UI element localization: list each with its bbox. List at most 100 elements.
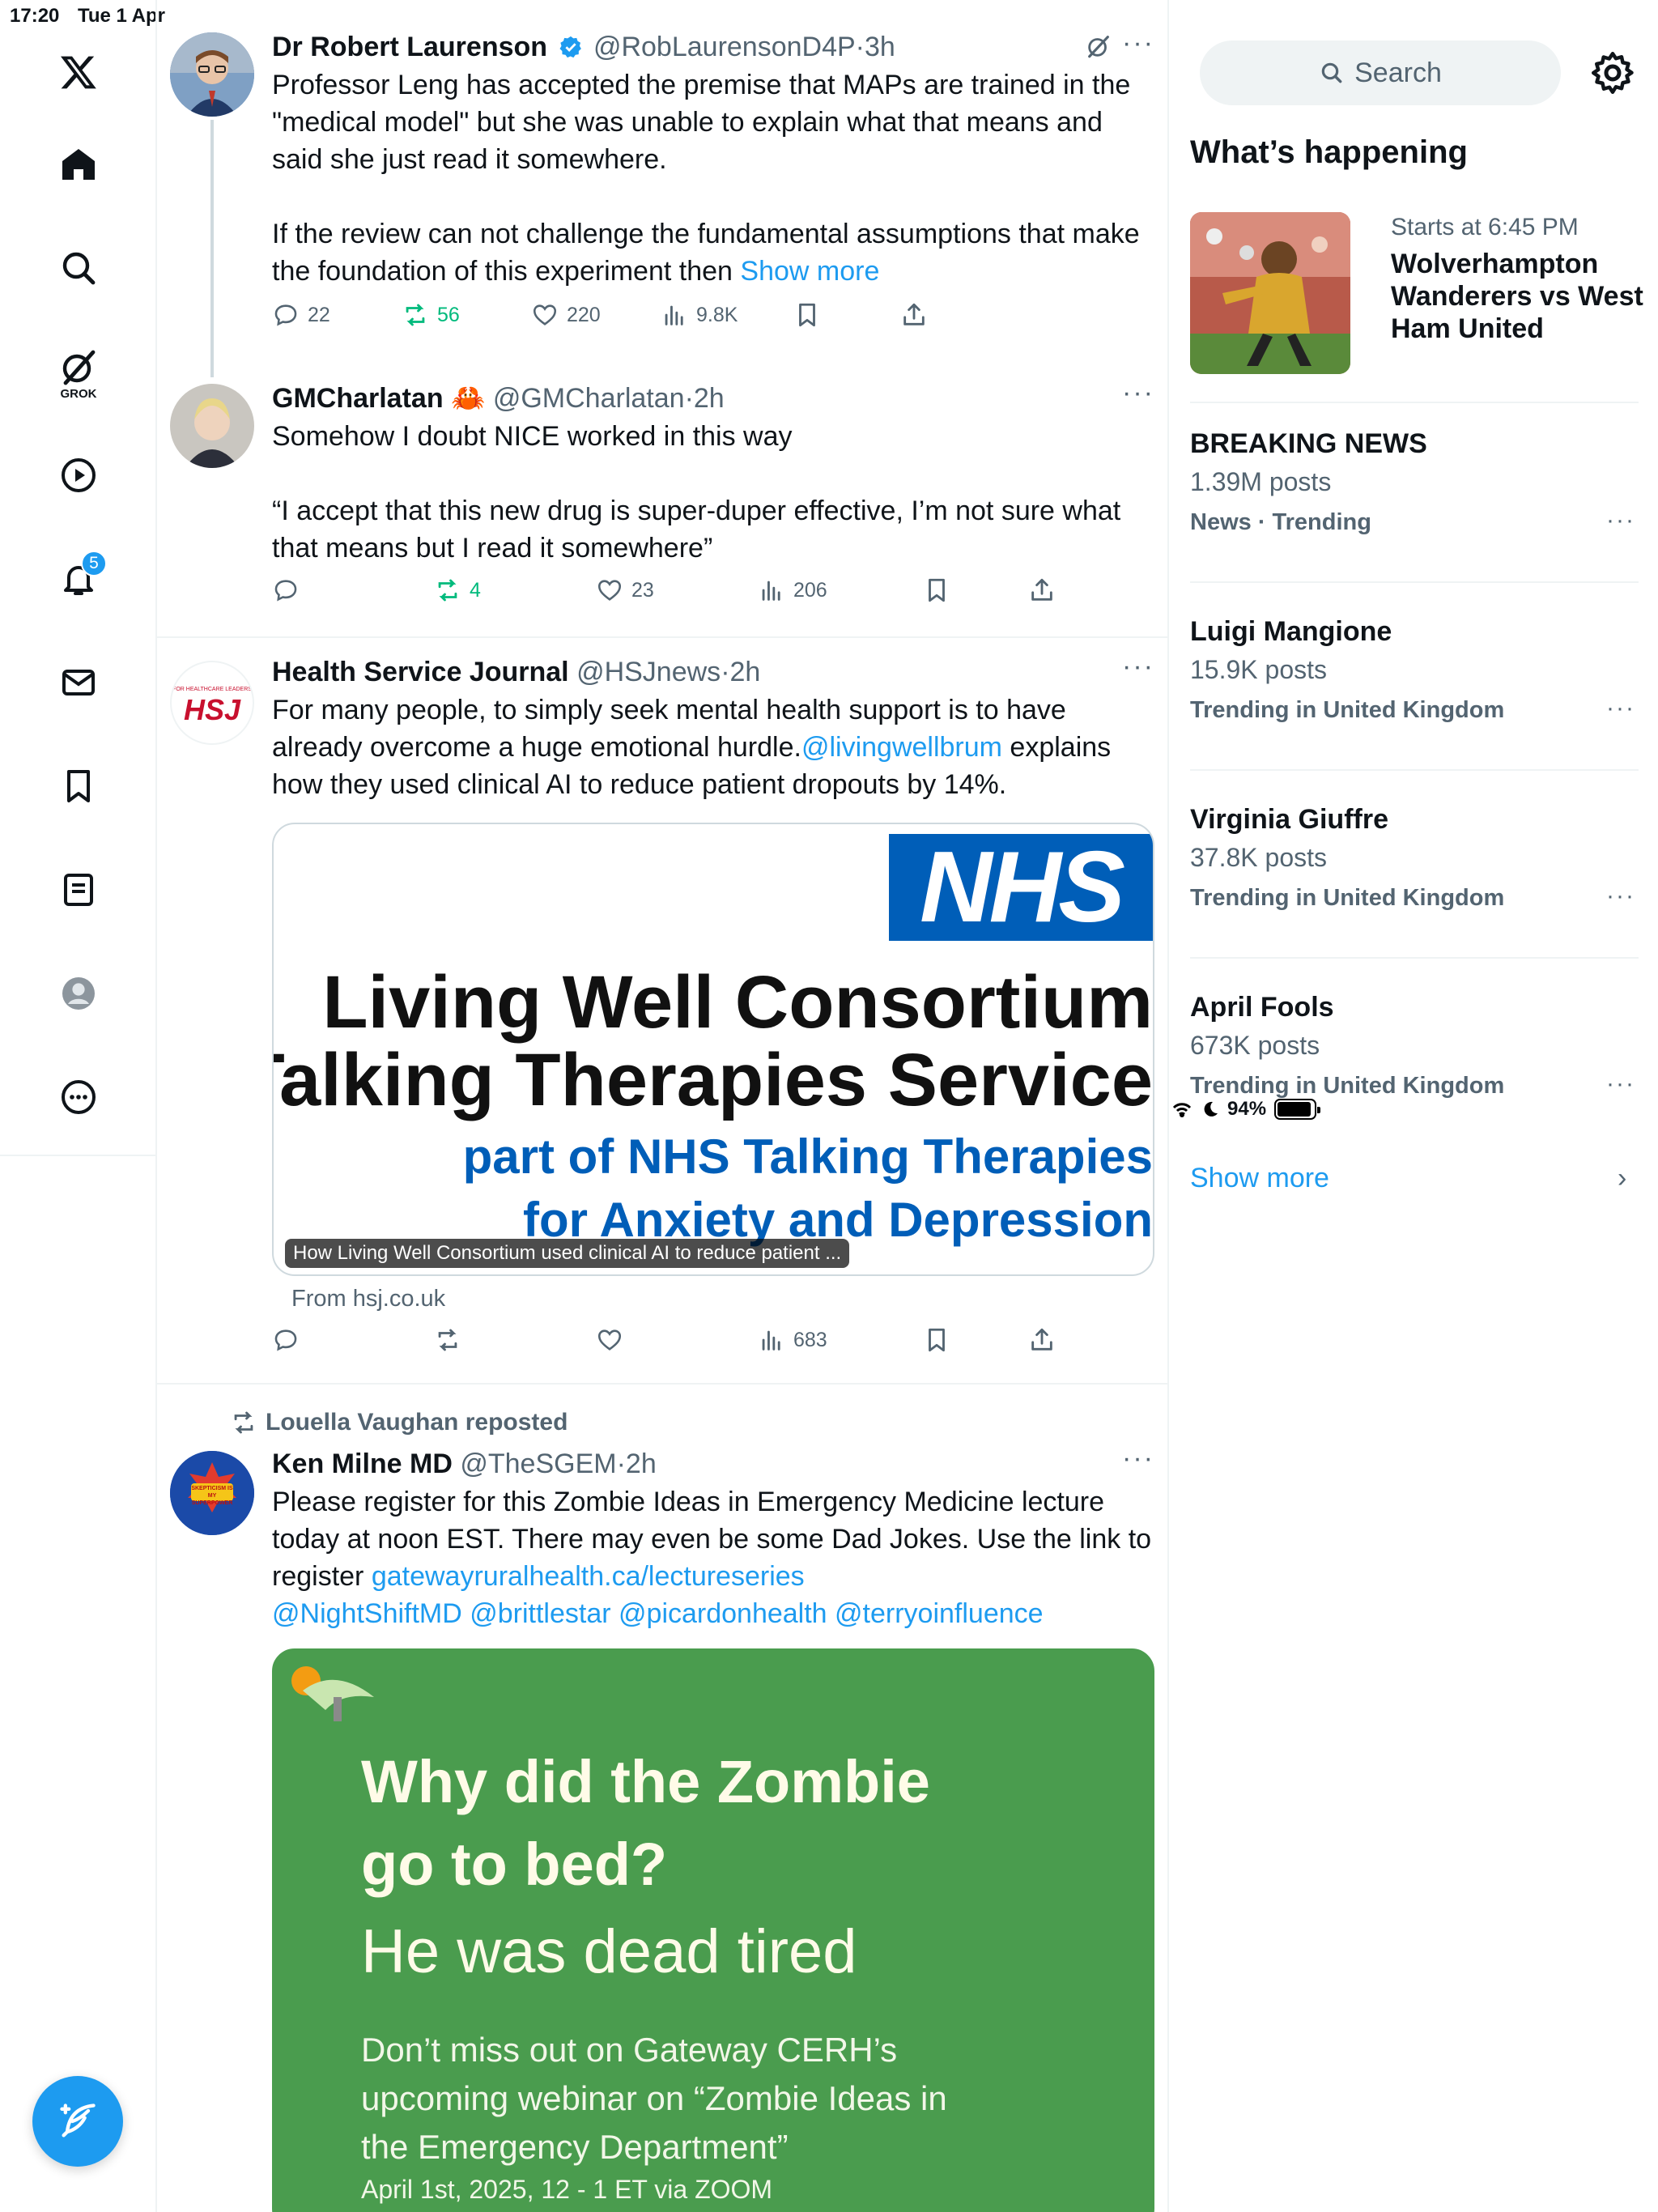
trend-item[interactable]: April Fools 673K posts Trending in Unite… [1190,989,1639,1106]
video-play-icon[interactable] [50,447,107,504]
views-button[interactable]: 9.8K [661,301,738,329]
like-button[interactable]: 23 [596,576,654,604]
author-name[interactable]: Ken Milne MD [272,1448,453,1479]
trend-category: Trending in United Kingdom [1190,885,1505,911]
lecture-link[interactable]: gatewayruralhealth.ca/lectureseries [372,1561,805,1592]
views-chart-icon [665,305,683,325]
author-name[interactable]: Dr Robert Laurenson [272,32,547,62]
avatar-gmcharlatan[interactable] [170,384,254,468]
avatar-ken-milne[interactable]: SKEPTICISM IS MY SUPERPOWER [170,1451,254,1535]
explore-search-icon[interactable] [50,240,107,296]
tweet-more-icon[interactable]: ··· [1122,651,1154,683]
tweet-time[interactable]: 3h [865,32,895,62]
bookmark-button[interactable] [923,576,950,604]
views-count: 9.8K [696,303,738,326]
trend-more-icon[interactable]: ··· [1606,507,1635,534]
tweet-text: Somehow I doubt NICE worked in this way … [272,418,1154,567]
repost-context[interactable]: Louella Vaughan reposted [230,1409,568,1436]
grok-label: GROK [60,387,97,401]
home-icon[interactable] [50,136,107,193]
like-button[interactable]: 220 [531,301,601,329]
trend-name: Virginia Giuffre [1190,804,1388,835]
like-button[interactable] [596,1326,623,1354]
tweet-more-icon[interactable]: ··· [1122,1443,1154,1474]
bookmark-icon [929,1328,945,1352]
tweet-time[interactable]: 2h [626,1448,657,1479]
heart-icon [597,580,622,601]
text-line: that means but I read it somewhere” [272,533,713,564]
chevron-right-icon[interactable]: › [1618,1163,1626,1194]
author-handle[interactable]: @TheSGEM [460,1448,616,1479]
x-logo-icon[interactable] [50,44,107,100]
profile-icon[interactable] [50,965,107,1022]
search-box[interactable]: Search [1200,40,1561,105]
messages-envelope-icon[interactable] [50,654,107,711]
repost-button[interactable]: 56 [402,301,460,329]
promo-line-1: Don’t miss out on Gateway CERH’s [361,2031,898,2069]
trend-name: Luigi Mangione [1190,616,1392,647]
link-card[interactable]: NHS Living Well Consortium Talking Thera… [272,823,1154,1276]
show-more-link[interactable]: Show more [740,256,879,287]
mention-link[interactable]: @livingwellbrum [801,732,1002,763]
search-placeholder: Search [1354,57,1442,88]
trend-more-icon[interactable]: ··· [1606,1070,1635,1098]
author-name[interactable]: Health Service Journal [272,657,569,687]
tweet-actions: 683 [272,1326,1154,1367]
mentions-links[interactable]: @NightShiftMD @brittlestar @picardonheal… [272,1595,1154,1632]
tweet-time[interactable]: 2h [730,657,761,687]
grok-explain-icon[interactable] [1085,32,1112,60]
more-options-icon[interactable] [50,1069,107,1125]
tweet-more-icon[interactable]: ··· [1122,377,1154,409]
trend-item[interactable]: BREAKING NEWS 1.39M posts News · Trendin… [1190,426,1639,542]
trend-item[interactable]: Luigi Mangione 15.9K posts Trending in U… [1190,614,1639,730]
author-name[interactable]: GMCharlatan [272,383,444,414]
share-button[interactable] [1028,576,1056,604]
bookmark-button[interactable] [923,1326,950,1354]
text-line: "medical model" but she was unable to ex… [272,107,1103,138]
compose-post-button[interactable] [32,2076,123,2167]
reply-button[interactable] [272,576,300,604]
tweet-header: Ken Milne MD @TheSGEM·2h [272,1446,1154,1482]
tweet-time[interactable]: 2h [694,383,725,414]
avatar-robert-laurenson[interactable] [170,32,254,117]
repost-button[interactable] [434,1326,461,1354]
author-handle[interactable]: @HSJnews [576,657,721,687]
reply-button[interactable] [272,1326,300,1354]
trend-item[interactable]: Virginia Giuffre 37.8K posts Trending in… [1190,802,1639,918]
tweet-ken-milne[interactable]: Louella Vaughan reposted SKEPTICISM IS M… [157,1385,1169,2212]
heart-icon [597,1329,622,1351]
tweet-more-icon[interactable]: ··· [1122,28,1154,59]
trend-more-icon[interactable]: ··· [1606,695,1635,722]
tweet-robert-laurenson[interactable]: Dr Robert Laurenson @RobLaurensonD4P·3h … [157,0,1169,377]
timeline: Dr Robert Laurenson @RobLaurensonD4P·3h … [157,0,1169,2212]
settings-gear-icon[interactable] [1588,49,1637,97]
verified-badge-icon [559,36,581,58]
bookmark-icon [799,303,815,327]
tweet-hsj[interactable]: FOR HEALTHCARE LEADERS HSJ Health Servic… [157,638,1169,1383]
event-item[interactable]: Starts at 6:45 PM Wolverhampton Wanderer… [1190,212,1652,379]
share-button[interactable] [900,301,928,329]
bookmark-button[interactable] [793,301,821,329]
author-handle[interactable]: @GMCharlatan [493,383,685,414]
card-source[interactable]: From hsj.co.uk [291,1286,445,1312]
tweet-text: For many people, to simply seek mental h… [272,691,1154,803]
trend-more-icon[interactable]: ··· [1606,883,1635,910]
like-count: 220 [567,303,601,326]
tweet-gmcharlatan[interactable]: GMCharlatan 🦀 @GMCharlatan·2h Somehow I … [157,372,1169,638]
lists-icon[interactable] [50,861,107,918]
left-nav: GROK 5 [0,0,157,1156]
avatar-hsj[interactable]: FOR HEALTHCARE LEADERS HSJ [170,661,254,745]
author-handle[interactable]: @RobLaurensonD4P [593,32,856,62]
show-more-trends-link[interactable]: Show more [1190,1163,1329,1194]
notifications-bell-icon[interactable]: 5 [50,551,107,607]
views-button[interactable]: 683 [758,1326,827,1354]
text-line: register [272,1561,372,1592]
views-button[interactable]: 206 [758,576,827,604]
reply-button[interactable]: 22 [272,301,330,329]
text-line: For many people, to simply seek mental h… [272,695,1066,725]
bookmarks-icon[interactable] [50,758,107,815]
dot-separator: · [616,1448,626,1479]
share-button[interactable] [1028,1326,1056,1354]
zombie-image-card[interactable]: Why did the Zombie go to bed? He was dea… [272,1648,1154,2212]
repost-button[interactable]: 4 [434,576,481,604]
